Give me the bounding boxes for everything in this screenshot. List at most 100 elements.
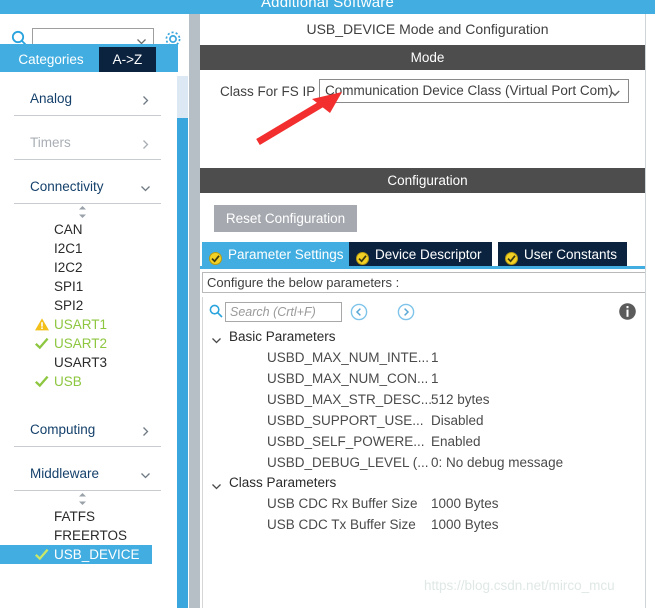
parameter-group-class[interactable]: Class Parameters xyxy=(203,473,652,493)
dropdown-selected-value: Communication Device Class (Virtual Port… xyxy=(325,83,613,98)
chevron-right-icon xyxy=(140,93,151,105)
middleware-label: FREERTOS xyxy=(54,528,128,543)
parameter-name: USB CDC Rx Buffer Size xyxy=(267,496,418,511)
peripheral-item-usb[interactable]: USB xyxy=(14,372,164,391)
tab-device-descriptor[interactable]: Device Descriptor xyxy=(349,242,492,267)
left-scrollbar-thumb[interactable] xyxy=(177,118,188,608)
class-for-fs-ip-dropdown[interactable]: Communication Device Class (Virtual Port… xyxy=(319,79,629,103)
list-resize-handle-middleware[interactable] xyxy=(14,491,164,507)
chevron-right-icon xyxy=(140,424,151,436)
check-icon xyxy=(34,547,50,562)
peripheral-item-i2c2[interactable]: I2C2 xyxy=(14,258,164,277)
list-resize-handle[interactable] xyxy=(14,204,164,220)
parameter-name: USBD_MAX_NUM_INTE... xyxy=(267,350,430,365)
window-title-bar: Additional Software xyxy=(0,0,655,14)
parameter-value: 0: No debug message xyxy=(431,455,564,470)
parameter-row[interactable]: USBD_SUPPORT_USE... Disabled xyxy=(203,410,652,431)
parameter-value: 1 xyxy=(431,350,439,365)
chevron-down-icon xyxy=(140,468,151,479)
peripheral-item-spi2[interactable]: SPI2 xyxy=(14,296,164,315)
parameter-value: Enabled xyxy=(431,434,481,449)
parameter-row[interactable]: USB CDC Rx Buffer Size 1000 Bytes xyxy=(203,493,652,514)
tab-label: Parameter Settings xyxy=(228,247,344,262)
peripheral-label: I2C1 xyxy=(54,241,83,256)
parameter-row[interactable]: USBD_MAX_NUM_INTE... 1 xyxy=(203,347,652,368)
circle-left-arrow-icon[interactable] xyxy=(350,303,368,321)
mode-section-header: Mode xyxy=(200,45,655,70)
middleware-item-freertos[interactable]: FREERTOS xyxy=(14,526,164,545)
class-for-fs-ip-label: Class For FS IP xyxy=(220,84,316,99)
parameter-name: USBD_MAX_STR_DESC... xyxy=(267,392,433,407)
chevron-down-icon xyxy=(211,478,222,490)
parameter-value: 512 bytes xyxy=(431,392,490,407)
window-title: Additional Software xyxy=(260,0,395,11)
peripheral-item-usart1[interactable]: USART1 xyxy=(14,315,164,334)
tab-label: Device Descriptor xyxy=(375,247,482,262)
tab-user-constants[interactable]: User Constants xyxy=(498,242,628,267)
parameter-group-basic[interactable]: Basic Parameters xyxy=(203,327,652,347)
peripheral-item-usart2[interactable]: USART2 xyxy=(14,334,164,353)
page-title: USB_DEVICE Mode and Configuration xyxy=(200,14,655,45)
warning-triangle-icon xyxy=(34,317,50,332)
panel-tab-bar: Categories A->Z xyxy=(0,44,178,72)
category-group-computing[interactable]: Computing xyxy=(14,413,161,447)
peripheral-item-usart3[interactable]: USART3 xyxy=(14,353,164,372)
tab-a-to-z[interactable]: A->Z xyxy=(99,47,156,72)
peripheral-label: USB xyxy=(54,374,82,389)
middleware-item-usb-device[interactable]: USB_DEVICE xyxy=(0,545,152,564)
parameter-search-row: Search (Crtl+F) xyxy=(203,297,652,327)
middleware-label: USB_DEVICE xyxy=(54,547,140,562)
check-circle-icon xyxy=(356,248,369,265)
parameter-row[interactable]: USBD_DEBUG_LEVEL (... 0: No debug messag… xyxy=(203,452,652,473)
configure-note: Configure the below parameters : xyxy=(202,272,653,293)
parameter-value: 1000 Bytes xyxy=(431,496,499,511)
reset-configuration-button[interactable]: Reset Configuration xyxy=(214,205,357,232)
search-icon xyxy=(209,304,223,318)
parameter-row[interactable]: USB CDC Tx Buffer Size 1000 Bytes xyxy=(203,514,652,535)
category-group-analog[interactable]: Analog xyxy=(14,82,161,116)
configuration-panel: USB_DEVICE Mode and Configuration Mode C… xyxy=(200,14,655,608)
parameter-row[interactable]: USBD_MAX_NUM_CON... 1 xyxy=(203,368,652,389)
peripheral-label: CAN xyxy=(54,222,83,237)
parameter-value: 1000 Bytes xyxy=(431,517,499,532)
category-group-label: Analog xyxy=(30,91,73,106)
info-icon[interactable] xyxy=(618,302,637,321)
panel-divider[interactable] xyxy=(189,14,200,608)
category-group-label: Middleware xyxy=(30,466,100,481)
peripheral-label: USART2 xyxy=(54,336,108,351)
parameters-pane: Search (Crtl+F) Basic Parameters USBD_MA… xyxy=(202,297,653,608)
category-group-label: Computing xyxy=(30,422,96,437)
category-group-timers[interactable]: Timers xyxy=(14,126,161,160)
peripheral-label: USART3 xyxy=(54,355,108,370)
peripheral-item-can[interactable]: CAN xyxy=(14,220,164,239)
right-edge-divider xyxy=(645,14,655,608)
check-icon xyxy=(34,374,50,389)
peripheral-label: SPI1 xyxy=(54,279,84,294)
peripheral-label: I2C2 xyxy=(54,260,83,275)
circle-right-arrow-icon[interactable] xyxy=(397,303,415,321)
parameter-value: Disabled xyxy=(431,413,484,428)
mode-section: Class For FS IP Communication Device Cla… xyxy=(200,70,655,168)
updown-handle-icon xyxy=(76,492,89,506)
parameter-tab-bar: Parameter Settings Device Descriptor Use… xyxy=(200,242,655,268)
category-group-connectivity[interactable]: Connectivity xyxy=(14,170,161,204)
parameter-name: USBD_DEBUG_LEVEL (... xyxy=(267,455,429,470)
category-list: Analog Timers Connectivity CAN I2C1 I2C2… xyxy=(0,72,178,608)
parameter-row[interactable]: USBD_MAX_STR_DESC... 512 bytes xyxy=(203,389,652,410)
tab-active-underline xyxy=(200,266,655,269)
tab-parameter-settings[interactable]: Parameter Settings xyxy=(202,242,354,267)
chevron-down-icon xyxy=(140,181,151,192)
configuration-body: Reset Configuration Parameter Settings D… xyxy=(200,193,655,608)
chevron-down-icon xyxy=(211,332,222,344)
peripheral-label: SPI2 xyxy=(54,298,84,313)
check-circle-icon xyxy=(209,248,222,265)
category-group-middleware[interactable]: Middleware xyxy=(14,457,161,491)
categories-panel: Categories A->Z Analog Timers Connectivi… xyxy=(0,14,188,608)
middleware-item-fatfs[interactable]: FATFS xyxy=(14,507,164,526)
parameter-search-input[interactable]: Search (Crtl+F) xyxy=(225,302,342,322)
peripheral-item-i2c1[interactable]: I2C1 xyxy=(14,239,164,258)
tab-categories[interactable]: Categories xyxy=(6,47,96,72)
peripheral-item-spi1[interactable]: SPI1 xyxy=(14,277,164,296)
panel-search-row xyxy=(0,14,181,50)
parameter-row[interactable]: USBD_SELF_POWERE... Enabled xyxy=(203,431,652,452)
